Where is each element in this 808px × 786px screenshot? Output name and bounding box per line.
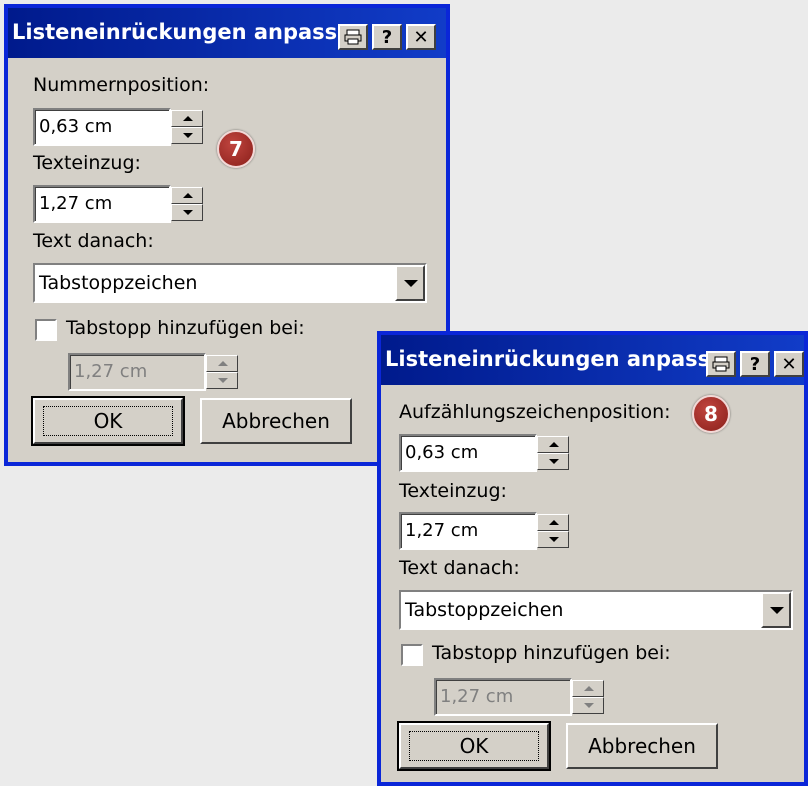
bullet-position-input[interactable]: 0,63 cm [399,434,537,472]
print-icon[interactable] [338,24,368,50]
spin-up-button [572,680,604,697]
text-after-label: Text danach: [399,557,520,579]
spin-up-button[interactable] [171,187,203,204]
number-position-input[interactable]: 0,63 cm [33,108,171,146]
spin-down-button[interactable] [537,531,569,548]
tab-stop-label: Tabstopp hinzufügen bei: [432,642,671,664]
spin-down-button[interactable] [171,127,203,144]
print-icon[interactable] [706,351,736,377]
tab-stop-checkbox[interactable] [35,319,57,341]
tab-stop-label: Tabstopp hinzufügen bei: [66,317,305,339]
indent-dialog-bulleted: Listeneinrückungen anpassen ? ✕ Aufzählu… [377,331,808,786]
text-after-label: Text danach: [33,230,154,252]
spin-up-button[interactable] [537,514,569,531]
help-button[interactable]: ? [740,351,770,377]
text-indent-label: Texteinzug: [33,152,141,174]
bullet-position-label: Aufzählungszeichenposition: [399,401,671,423]
close-button[interactable]: ✕ [774,351,804,377]
spin-up-button[interactable] [537,436,569,453]
chevron-down-icon[interactable] [395,265,425,301]
text-after-value: Tabstoppzeichen [39,272,198,294]
text-after-value: Tabstoppzeichen [405,599,564,621]
title-bar: Listeneinrückungen anpassen ? ✕ [8,8,446,58]
spin-down-button[interactable] [171,204,203,221]
spin-down-button [206,372,238,389]
tab-position-input: 1,27 cm [434,678,572,716]
text-indent-input[interactable]: 1,27 cm [33,185,171,223]
help-button[interactable]: ? [372,24,402,50]
tab-position-input: 1,27 cm [68,353,206,391]
spin-down-button[interactable] [537,453,569,470]
spin-down-button [572,697,604,714]
text-after-dropdown[interactable]: Tabstoppzeichen [399,590,793,630]
step-badge: 8 [692,395,730,433]
text-indent-spinner[interactable]: 1,27 cm [399,512,569,550]
ok-button[interactable]: OK [31,396,185,446]
dialog-title: Listeneinrückungen anpassen [12,20,337,44]
dialog-title: Listeneinrückungen anpassen [385,347,710,371]
text-after-dropdown[interactable]: Tabstoppzeichen [33,263,427,303]
ok-button[interactable]: OK [397,721,551,771]
close-button[interactable]: ✕ [406,24,436,50]
bullet-position-spinner[interactable]: 0,63 cm [399,434,569,472]
title-bar: Listeneinrückungen anpassen ? ✕ [381,335,804,385]
cancel-button[interactable]: Abbrechen [200,398,352,444]
tab-position-spinner: 1,27 cm [434,678,604,716]
tab-position-spinner: 1,27 cm [68,353,238,391]
text-indent-spinner[interactable]: 1,27 cm [33,185,203,223]
tab-stop-checkbox[interactable] [401,644,423,666]
spin-up-button[interactable] [171,110,203,127]
cancel-button[interactable]: Abbrechen [566,723,718,769]
text-indent-label: Texteinzug: [399,480,507,502]
step-badge: 7 [217,130,255,168]
number-position-label: Nummernposition: [33,74,210,96]
chevron-down-icon[interactable] [761,592,791,628]
spin-up-button [206,355,238,372]
number-position-spinner[interactable]: 0,63 cm [33,108,203,146]
text-indent-input[interactable]: 1,27 cm [399,512,537,550]
